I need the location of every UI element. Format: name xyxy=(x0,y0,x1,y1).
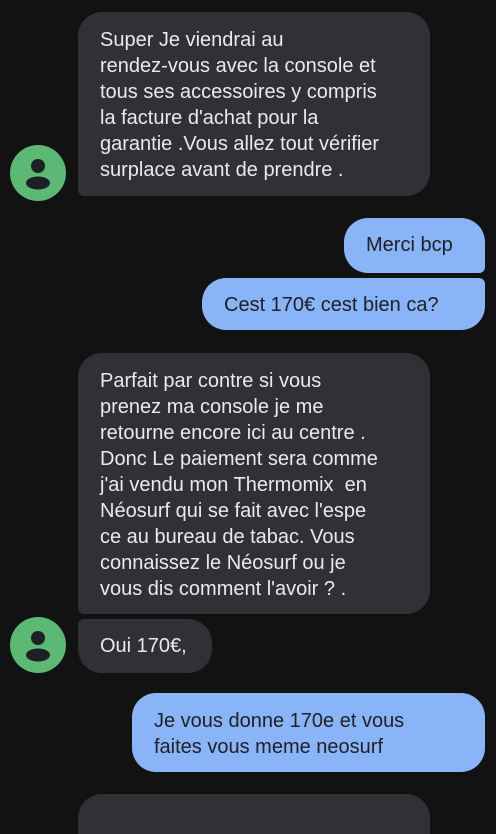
outgoing-message-bubble[interactable]: Merci bcp xyxy=(344,218,485,273)
contact-avatar[interactable] xyxy=(10,617,66,673)
incoming-message-bubble[interactable]: Super Je viendrai au rendez-vous avec la… xyxy=(78,12,430,196)
contact-avatar[interactable] xyxy=(10,145,66,201)
incoming-message-bubble[interactable]: Parfait par contre si vous prenez ma con… xyxy=(78,353,430,614)
incoming-message-bubble-partial[interactable] xyxy=(78,794,430,834)
person-icon xyxy=(26,159,50,190)
outgoing-message-bubble[interactable]: Je vous donne 170e et vous faites vous m… xyxy=(132,693,485,772)
outgoing-message-bubble[interactable]: Cest 170€ cest bien ca? xyxy=(202,278,485,330)
incoming-message-bubble[interactable]: Oui 170€, xyxy=(78,619,212,673)
person-icon xyxy=(26,631,50,662)
